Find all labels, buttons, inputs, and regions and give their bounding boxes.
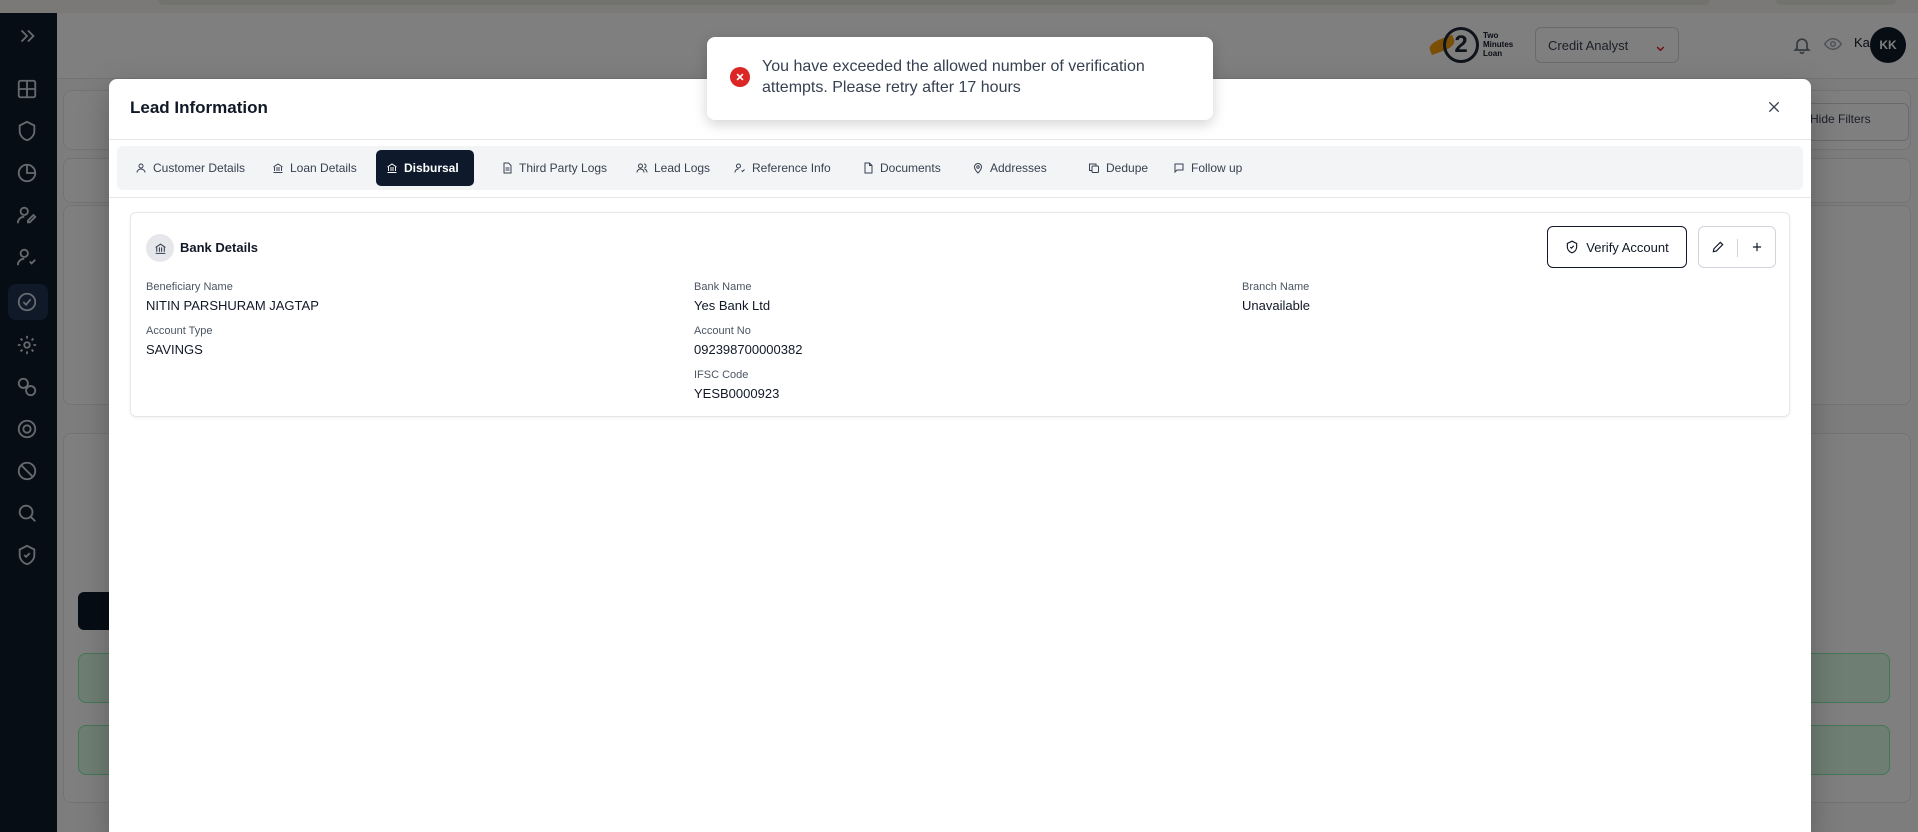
ifsc-code-label: IFSC Code <box>694 369 749 381</box>
tab-label: Addresses <box>990 161 1047 175</box>
map-pin-icon <box>973 163 983 174</box>
bank-icon <box>387 163 397 173</box>
beneficiary-name-label: Beneficiary Name <box>146 281 233 293</box>
account-no-value: 092398700000382 <box>694 342 803 357</box>
account-no-label: Account No <box>694 325 751 337</box>
tab-label: Customer Details <box>153 161 246 175</box>
tab-label: Dedupe <box>1106 161 1149 175</box>
tab-lead-logs[interactable]: Lead Logs <box>626 150 720 186</box>
toast-message: You have exceeded the allowed number of … <box>762 58 1145 96</box>
tab-loan-details[interactable]: Loan Details <box>262 150 367 186</box>
bank-name-value: Yes Bank Ltd <box>694 298 771 313</box>
copy-icon <box>1089 163 1099 173</box>
tab-bar-divider <box>109 197 1811 198</box>
tab-documents[interactable]: Documents <box>852 150 951 186</box>
tab-dedupe[interactable]: Dedupe <box>1078 150 1158 186</box>
tab-label: Loan Details <box>290 161 357 175</box>
user-check-icon <box>734 163 745 173</box>
tab-label: Documents <box>880 161 941 175</box>
verify-account-label: Verify Account <box>1586 239 1669 255</box>
edit-bank-button[interactable] <box>1699 227 1737 267</box>
branch-name-label: Branch Name <box>1242 281 1310 293</box>
bank-icon <box>273 163 283 173</box>
bank-actions-group <box>1698 226 1776 268</box>
tab-follow-up[interactable]: Follow up <box>1163 150 1252 186</box>
tab-label: Lead Logs <box>654 161 711 175</box>
bank-name-label: Bank Name <box>694 281 752 293</box>
tab-label: Follow up <box>1191 161 1243 175</box>
tab-label: Reference Info <box>752 161 831 175</box>
user-icon <box>136 163 146 173</box>
account-type-label: Account Type <box>146 325 213 337</box>
bank-details-heading: Bank Details <box>180 240 259 255</box>
lead-information-modal: Lead Information Customer Details Loan D… <box>109 79 1811 832</box>
tab-third-party-logs[interactable]: Third Party Logs <box>491 150 617 186</box>
users-icon <box>636 163 648 173</box>
tab-disbursal[interactable]: Disbursal <box>376 150 474 186</box>
error-toast[interactable]: You have exceeded the allowed number of … <box>707 37 1213 120</box>
tab-addresses[interactable]: Addresses <box>962 150 1057 186</box>
shield-check-icon <box>1567 240 1578 254</box>
branch-name-value: Unavailable <box>1242 298 1310 313</box>
modal-title: Lead Information <box>130 98 268 117</box>
close-modal-button[interactable] <box>1763 97 1785 119</box>
bank-details-card: Bank Details Verify Account Beneficiary … <box>130 212 1790 417</box>
add-bank-button[interactable] <box>1738 227 1776 267</box>
tab-customer-details[interactable]: Customer Details <box>125 150 255 186</box>
beneficiary-name-value: NITIN PARSHURAM JAGTAP <box>146 298 319 313</box>
message-icon <box>1174 163 1184 174</box>
close-icon <box>1768 101 1780 112</box>
tab-bar: Customer Details Loan Details Disbursal … <box>117 146 1803 190</box>
modal-header-divider <box>109 139 1811 140</box>
verify-account-button[interactable]: Verify Account <box>1547 226 1687 268</box>
ifsc-code-value: YESB0000923 <box>694 386 780 401</box>
error-x-icon <box>730 67 750 87</box>
tab-label: Disbursal <box>404 161 459 175</box>
plus-icon <box>1752 242 1762 252</box>
file-icon <box>864 162 873 174</box>
pencil-icon <box>1712 241 1724 253</box>
tab-label: Third Party Logs <box>519 161 608 175</box>
document-icon <box>503 162 512 174</box>
tab-reference-info[interactable]: Reference Info <box>724 150 841 186</box>
bank-icon <box>146 234 174 262</box>
account-type-value: SAVINGS <box>146 342 203 357</box>
